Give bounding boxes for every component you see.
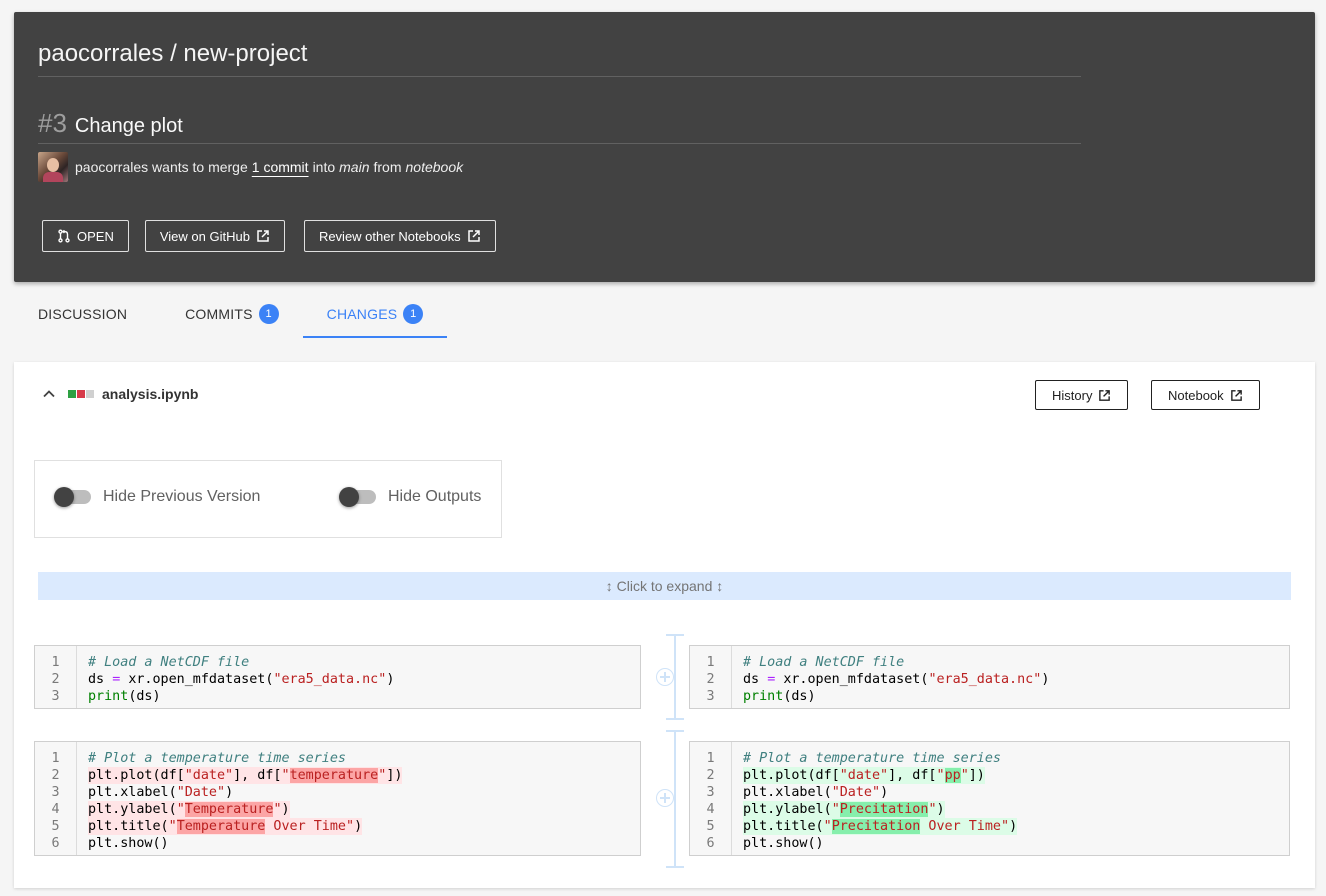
file-diff-card: analysis.ipynb History Notebook Hide Pre… [14, 362, 1315, 888]
hide-previous-toggle[interactable]: Hide Previous Version [54, 487, 261, 507]
history-button[interactable]: History [1035, 380, 1129, 410]
diff-stat-bar [68, 390, 94, 398]
added-line: plt.ylabel("Precitation") [743, 801, 945, 818]
line-numbers: 123456 [35, 742, 77, 855]
added-line: plt.title("Precitation Over Time") [743, 818, 1018, 835]
tab-discussion[interactable]: DISCUSSION [14, 290, 151, 338]
header-actions: OPEN View on GitHub Review other Noteboo… [42, 220, 496, 252]
deleted-line: plt.plot(df["date"], df["temperature"]) [88, 767, 403, 784]
tab-label: DISCUSSION [38, 306, 128, 322]
review-other-notebooks-button[interactable]: Review other Notebooks [303, 220, 496, 252]
toggle-thumb [54, 487, 74, 507]
line-numbers: 123 [690, 646, 732, 708]
view-on-github-button[interactable]: View on GitHub [144, 220, 285, 252]
expand-bar[interactable]: ↕ Click to expand ↕ [38, 572, 1291, 600]
line-numbers: 123 [35, 646, 77, 708]
pr-number: #3 [38, 108, 67, 138]
add-cell-icon[interactable] [656, 789, 674, 807]
tab-changes[interactable]: CHANGES 1 [302, 290, 448, 338]
tab-bar: DISCUSSION COMMITS 1 CHANGES 1 [14, 290, 447, 338]
count-badge: 1 [258, 304, 279, 324]
pr-title-line: #3 Change plot [38, 108, 183, 139]
code-content: # Plot a temperature time series plt.plot… [743, 751, 1018, 851]
toggle-track[interactable] [339, 487, 376, 507]
commit-link[interactable]: 1 commit [252, 159, 309, 175]
toggle-track[interactable] [54, 487, 91, 507]
pr-header: paocorrales / new-project #3 Change plot… [14, 12, 1315, 282]
added-line: plt.plot(df["date"], df["pp"]) [743, 767, 985, 784]
file-header: analysis.ipynb [42, 386, 198, 402]
external-link-icon [1099, 389, 1111, 401]
pr-status-label: OPEN [77, 228, 114, 244]
toggle-thumb [339, 487, 359, 507]
toggle-label: Hide Previous Version [103, 488, 261, 505]
hide-outputs-toggle[interactable]: Hide Outputs [339, 487, 482, 507]
diff-stat-added [68, 390, 76, 398]
deleted-chunk: Temperature [176, 819, 266, 834]
divider [38, 76, 1081, 77]
deleted-line: plt.ylabel("Temperature") [88, 801, 290, 818]
tab-label: COMMITS [185, 306, 253, 322]
history-label: History [1052, 387, 1093, 403]
merge-description: paocorrales wants to merge 1 commit into… [38, 152, 467, 182]
pr-status-button[interactable]: OPEN [42, 220, 129, 252]
base-branch: main [339, 159, 370, 175]
code-cell-current[interactable]: 123 # Load a NetCDF file ds = xr.open_mfd… [689, 645, 1290, 709]
tab-commits[interactable]: COMMITS 1 [161, 290, 303, 338]
external-link-icon [467, 230, 480, 242]
code-content: # Plot a temperature time series plt.plot… [88, 751, 403, 851]
code-content: # Load a NetCDF file ds = xr.open_mfdatas… [743, 655, 1050, 704]
added-chunk: Precitation [831, 819, 921, 834]
toggle-label: Hide Outputs [388, 488, 482, 505]
divider [38, 143, 1081, 144]
diff-stat-neutral [86, 390, 94, 398]
line-numbers: 123456 [690, 742, 732, 855]
added-chunk: Precitation [839, 802, 929, 817]
merge-text: wants to merge [152, 159, 248, 175]
tab-label: CHANGES [326, 306, 398, 322]
added-chunk: pp [944, 768, 961, 783]
code-content: # Load a NetCDF file ds = xr.open_mfdatas… [88, 655, 395, 704]
view-options: Hide Previous Version Hide Outputs [34, 460, 502, 538]
deleted-chunk: temperature [289, 768, 379, 783]
deleted-chunk: Temperature [184, 802, 274, 817]
view-on-github-label: View on GitHub [159, 228, 250, 244]
count-badge: 1 [403, 304, 424, 324]
pull-request-icon [58, 229, 70, 243]
chevron-up-icon[interactable] [42, 387, 56, 401]
code-cell-previous[interactable]: 123456 # Plot a temperature time series p… [34, 741, 641, 856]
merge-user: paocorrales [75, 159, 149, 175]
add-cell-icon[interactable] [656, 668, 674, 686]
notebook-label: Notebook [1168, 387, 1224, 403]
avatar[interactable] [38, 152, 68, 182]
notebook-button[interactable]: Notebook [1151, 380, 1260, 410]
merge-text: from [373, 159, 402, 175]
repo-title[interactable]: paocorrales / new-project [38, 40, 307, 68]
diff-stat-removed [77, 390, 85, 398]
merge-text: into [312, 159, 336, 175]
external-link-icon [257, 230, 269, 242]
head-branch: notebook [405, 159, 464, 175]
pr-title: Change plot [74, 115, 183, 137]
code-cell-previous[interactable]: 123 # Load a NetCDF file ds = xr.open_mfd… [34, 645, 641, 709]
code-cell-current[interactable]: 123456 # Plot a temperature time series p… [689, 741, 1290, 856]
external-link-icon [1230, 389, 1242, 401]
file-name: analysis.ipynb [102, 386, 199, 402]
deleted-line: plt.title("Temperature Over Time") [88, 818, 363, 835]
review-other-label: Review other Notebooks [318, 228, 461, 244]
